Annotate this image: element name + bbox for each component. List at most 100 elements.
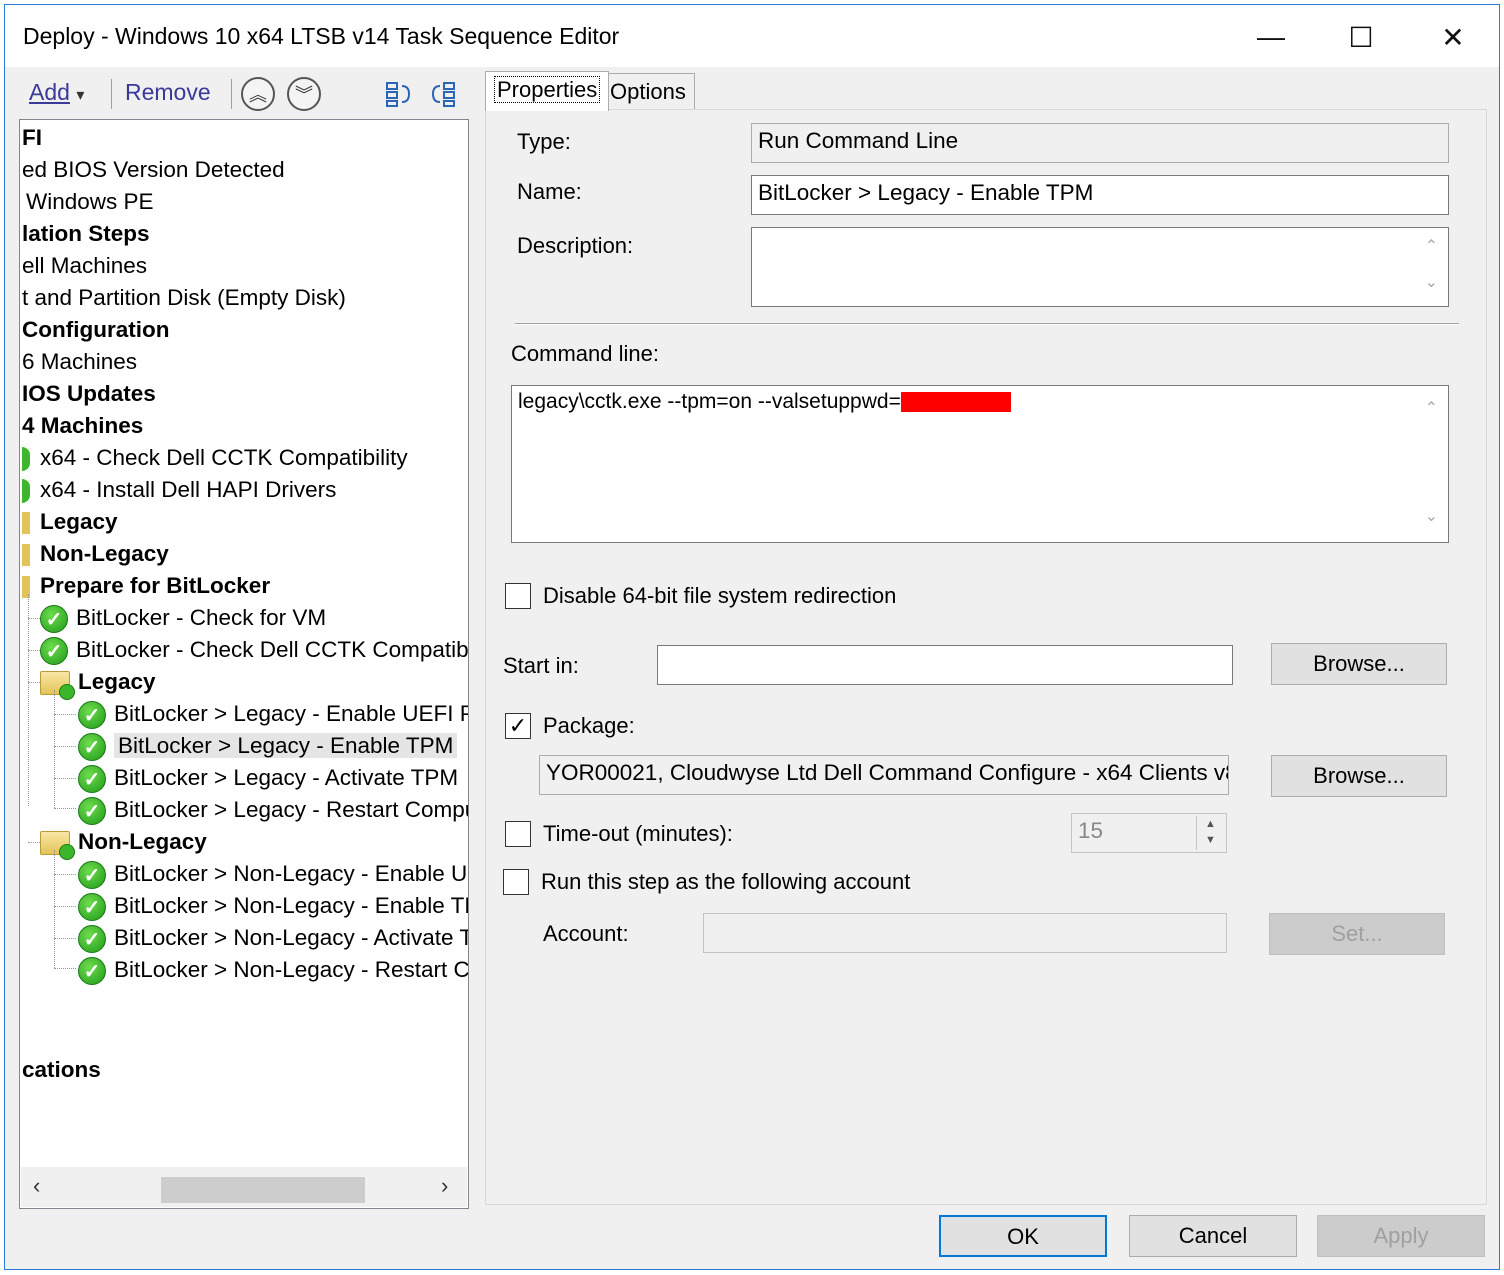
green-check-icon: ✓ bbox=[78, 925, 106, 954]
disable-64bit-checkbox[interactable] bbox=[505, 583, 531, 609]
folder-icon bbox=[40, 831, 75, 861]
start-in-input[interactable] bbox=[657, 645, 1233, 685]
spin-arrows-icon[interactable]: ▲ ▼ bbox=[1196, 816, 1224, 850]
tree-item[interactable]: Legacy bbox=[22, 506, 118, 538]
tree-connector bbox=[54, 746, 76, 747]
green-check-icon: ✓ bbox=[78, 765, 106, 794]
type-field: Run Command Line bbox=[751, 123, 1449, 163]
scroll-down-icon[interactable]: ⌄ bbox=[1425, 272, 1438, 292]
tree-item[interactable]: Non-Legacy bbox=[22, 538, 169, 570]
tab-properties[interactable]: Properties bbox=[485, 71, 610, 111]
add-menu-button[interactable]: Add ▾ bbox=[29, 79, 84, 106]
close-button[interactable]: ✕ bbox=[1423, 13, 1483, 61]
task-sequence-editor-window: Deploy - Windows 10 x64 LTSB v14 Task Se… bbox=[4, 4, 1500, 1270]
tree-horizontal-scrollbar[interactable]: ‹ › bbox=[21, 1167, 467, 1207]
tree-item[interactable]: Configuration bbox=[22, 314, 169, 346]
scroll-down-icon[interactable]: ⌄ bbox=[1425, 506, 1438, 526]
scrollbar-thumb[interactable] bbox=[161, 1177, 365, 1203]
green-check-icon: ✓ bbox=[78, 797, 106, 826]
scroll-left-icon[interactable]: ‹ bbox=[33, 1173, 40, 1199]
green-check-icon bbox=[22, 447, 30, 472]
ok-button[interactable]: OK bbox=[939, 1215, 1107, 1257]
tree-toolbar: Add ▾ Remove ︽ ︾ bbox=[19, 69, 469, 121]
tree-item[interactable]: t and Partition Disk (Empty Disk) bbox=[22, 282, 346, 314]
timeout-checkbox[interactable] bbox=[505, 821, 531, 847]
tree-item[interactable]: Windows PE bbox=[26, 186, 154, 218]
description-label: Description: bbox=[517, 233, 634, 258]
green-check-icon bbox=[22, 479, 30, 504]
tree-item[interactable]: Non-Legacy bbox=[40, 826, 207, 861]
expand-group-icon[interactable] bbox=[381, 77, 415, 111]
window-title: Deploy - Windows 10 x64 LTSB v14 Task Se… bbox=[23, 23, 620, 49]
folder-icon bbox=[22, 512, 30, 535]
timeout-label: Time-out (minutes): bbox=[543, 821, 733, 846]
account-input bbox=[703, 913, 1227, 953]
start-in-browse-button[interactable]: Browse... bbox=[1271, 643, 1447, 685]
name-input[interactable]: BitLocker > Legacy - Enable TPM bbox=[751, 175, 1449, 215]
tree-connector bbox=[28, 594, 29, 806]
package-browse-button[interactable]: Browse... bbox=[1271, 755, 1447, 797]
tree-item[interactable]: ell Machines bbox=[22, 250, 147, 282]
toolbar-divider bbox=[231, 79, 232, 109]
run-as-account-checkbox[interactable] bbox=[503, 869, 529, 895]
tree-item[interactable]: ✓ BitLocker > Legacy - Activate TPM bbox=[78, 762, 458, 794]
tree-item[interactable]: x64 - Check Dell CCTK Compatibility bbox=[22, 442, 408, 474]
package-label: Package: bbox=[543, 713, 635, 738]
tab-options[interactable]: Options bbox=[601, 73, 695, 111]
chevron-down-icon: ▾ bbox=[76, 87, 85, 104]
scroll-up-icon[interactable]: ⌃ bbox=[1425, 236, 1438, 256]
disable-64bit-label: Disable 64-bit file system redirection bbox=[543, 583, 897, 608]
tree-connector bbox=[54, 808, 76, 809]
tree-item[interactable]: ✓ BitLocker > Non-Legacy - Enable TP bbox=[78, 890, 468, 922]
command-line-textarea[interactable]: legacy\cctk.exe --tpm=on --valsetuppwd= … bbox=[511, 385, 1449, 543]
tree-item-selected[interactable]: ✓ BitLocker > Legacy - Enable TPM bbox=[78, 730, 458, 762]
tree-connector bbox=[54, 906, 76, 907]
tree-item[interactable]: cations bbox=[22, 1054, 101, 1086]
apply-button: Apply bbox=[1317, 1215, 1485, 1257]
green-check-icon: ✓ bbox=[78, 957, 106, 986]
tree-item[interactable]: ✓ BitLocker > Legacy - Enable UEFI PX bbox=[78, 698, 468, 730]
folder-icon bbox=[22, 544, 30, 567]
maximize-button[interactable]: ☐ bbox=[1331, 13, 1391, 61]
tree-item[interactable]: ✓ BitLocker - Check Dell CCTK Compatibili… bbox=[40, 634, 468, 666]
move-up-icon[interactable]: ︽ bbox=[241, 77, 275, 111]
tree-item[interactable]: 4 Machines bbox=[22, 410, 143, 442]
scroll-up-icon[interactable]: ⌃ bbox=[1425, 398, 1438, 418]
description-textarea[interactable]: ⌃ ⌄ bbox=[751, 227, 1449, 307]
tree-item[interactable]: ✓ BitLocker > Legacy - Restart Comput bbox=[78, 794, 468, 826]
tree-item[interactable]: ✓ BitLocker > Non-Legacy - Enable UE bbox=[78, 858, 468, 890]
collapse-group-icon[interactable] bbox=[427, 77, 461, 111]
command-line-text: legacy\cctk.exe --tpm=on --valsetuppwd= bbox=[518, 390, 901, 413]
green-check-icon: ✓ bbox=[78, 861, 106, 890]
run-as-account-label: Run this step as the following account bbox=[541, 869, 911, 894]
add-label: Add bbox=[29, 79, 70, 105]
tree-item[interactable]: FI bbox=[22, 122, 42, 154]
tree-item[interactable]: Legacy bbox=[40, 666, 156, 701]
task-sequence-tree[interactable]: FI ed BIOS Version Detected Windows PE l… bbox=[19, 119, 469, 1209]
green-check-icon: ✓ bbox=[40, 605, 68, 634]
tree-connector bbox=[54, 968, 76, 969]
timeout-spinner[interactable]: 15 ▲ ▼ bbox=[1071, 813, 1227, 853]
tree-item[interactable]: ✓ BitLocker > Non-Legacy - Restart Co bbox=[78, 954, 468, 986]
package-field: YOR00021, Cloudwyse Ltd Dell Command Con… bbox=[539, 755, 1229, 795]
package-checkbox[interactable]: ✓ bbox=[505, 713, 531, 739]
tree-item[interactable]: 6 Machines bbox=[22, 346, 137, 378]
tree-item[interactable]: ✓ BitLocker > Non-Legacy - Activate T bbox=[78, 922, 468, 954]
tree-item[interactable]: ed BIOS Version Detected bbox=[22, 154, 285, 186]
move-down-icon[interactable]: ︾ bbox=[287, 77, 321, 111]
tree-item[interactable]: ✓ BitLocker - Check for VM bbox=[40, 602, 326, 634]
title-bar: Deploy - Windows 10 x64 LTSB v14 Task Se… bbox=[5, 5, 1499, 67]
cancel-button[interactable]: Cancel bbox=[1129, 1215, 1297, 1257]
tree-item[interactable]: x64 - Install Dell HAPI Drivers bbox=[22, 474, 336, 506]
tree-connector bbox=[54, 714, 76, 715]
green-check-icon: ✓ bbox=[78, 733, 106, 762]
remove-button[interactable]: Remove bbox=[125, 79, 211, 106]
tree-item[interactable]: Prepare for BitLocker bbox=[22, 570, 270, 602]
tree-connector bbox=[54, 690, 55, 808]
tree-connector bbox=[54, 874, 76, 875]
tree-item[interactable]: lation Steps bbox=[22, 218, 150, 250]
scroll-right-icon[interactable]: › bbox=[441, 1173, 448, 1199]
minimize-button[interactable]: — bbox=[1241, 13, 1301, 61]
tree-item[interactable]: IOS Updates bbox=[22, 378, 156, 410]
folder-icon bbox=[40, 671, 75, 701]
